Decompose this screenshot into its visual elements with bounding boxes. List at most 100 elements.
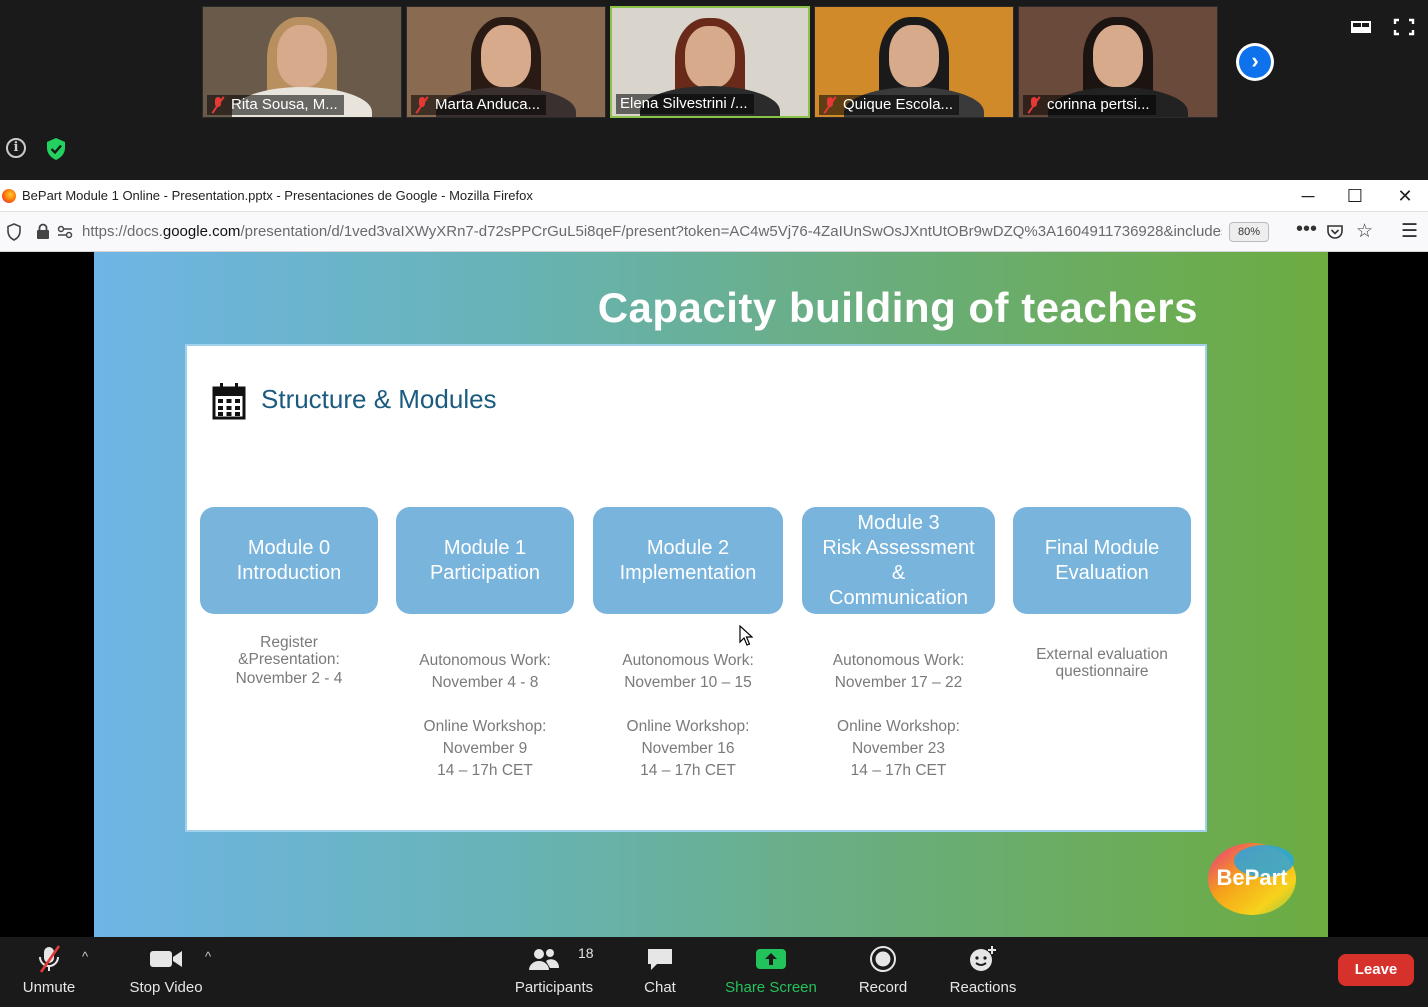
url-text[interactable]: https://docs.google.com/presentation/d/1… (82, 223, 1222, 240)
chat-button[interactable]: Chat (638, 937, 682, 1007)
module-workshop: Online Workshop: November 23 14 – 17h CET (792, 716, 1005, 782)
module-schedule: External evaluation questionnaire (1003, 646, 1201, 680)
module-workshop-line: Online Workshop: (837, 718, 960, 735)
module-schedule-line: &Presentation: (238, 651, 340, 668)
muted-mic-icon (823, 97, 837, 113)
module-schedule: Autonomous Work: November 4 - 8 (386, 650, 584, 694)
participant-tile[interactable]: corinna pertsi... (1018, 6, 1218, 118)
module-card-line: Module 0 (247, 536, 331, 559)
share-screen-button[interactable]: Share Screen (724, 937, 818, 1007)
next-page-button[interactable]: › (1236, 43, 1274, 81)
meeting-info-icon[interactable]: i (6, 138, 26, 158)
module-schedule: Register &Presentation: November 2 - 4 (190, 634, 388, 690)
share-screen-label: Share Screen (725, 979, 817, 996)
participants-button[interactable]: 18 Participants (512, 937, 596, 1007)
module-workshop-line: November 16 (641, 740, 735, 757)
muted-mic-icon (1027, 97, 1041, 113)
muted-microphone-icon (34, 937, 64, 981)
module-schedule-line: November 4 - 8 (431, 674, 539, 691)
participant-name-label: Elena Silvestrini /... (616, 94, 754, 114)
participant-name-label: Quique Escola... (819, 95, 960, 115)
module-card-line: Evaluation (1055, 561, 1149, 584)
participant-name: corinna pertsi... (1047, 96, 1150, 113)
shared-screen-area: Capacity building of teachers Structure … (0, 252, 1428, 937)
close-window-button[interactable]: ✕ (1382, 180, 1428, 212)
unmute-button[interactable]: Unmute (20, 937, 78, 1007)
module-workshop-line: Online Workshop: (626, 718, 750, 735)
url-path: /presentation/d/1ved3vaIXWyXRn7-d72sPPCr… (240, 223, 1222, 240)
slide-title: Capacity building of teachers (597, 284, 1198, 331)
participant-name-label: corinna pertsi... (1023, 95, 1156, 115)
video-options-caret-icon[interactable]: ^ (205, 949, 211, 964)
lock-icon[interactable] (36, 223, 50, 240)
module-schedule-line: Autonomous Work: (832, 652, 965, 669)
module-workshop-line: 14 – 17h CET (640, 762, 736, 779)
module-schedule-line: External evaluation (1036, 646, 1168, 663)
participant-name-label: Marta Anduca... (411, 95, 547, 115)
participant-tile[interactable]: Quique Escola... (814, 6, 1014, 118)
module-workshop-line: November 23 (851, 740, 946, 757)
chevron-right-icon: › (1239, 46, 1271, 78)
module-card-line: Module 1 (443, 536, 527, 559)
bookmark-star-icon[interactable]: ☆ (1356, 220, 1373, 243)
reactions-smiley-icon (968, 937, 998, 981)
module-schedule-line: November 17 – 22 (834, 674, 963, 691)
view-layout-icon[interactable] (1350, 18, 1372, 36)
module-card-line: Final Module (1044, 536, 1160, 559)
module-schedule-line: Autonomous Work: (622, 652, 754, 669)
permissions-icon[interactable] (57, 225, 73, 239)
firefox-logo-icon (2, 188, 16, 203)
browser-url-bar: https://docs.google.com/presentation/d/1… (0, 212, 1428, 252)
more-actions-icon[interactable]: ••• (1296, 218, 1317, 241)
meeting-toolbar: Unmute ^ Stop Video ^ 18 Participants Ch… (0, 937, 1428, 1007)
audio-options-caret-icon[interactable]: ^ (82, 949, 88, 964)
browser-title-bar: BePart Module 1 Online - Presentation.pp… (0, 180, 1428, 212)
stop-video-button[interactable]: Stop Video (126, 937, 206, 1007)
unmute-label: Unmute (22, 979, 76, 996)
url-domain: google.com (162, 223, 241, 240)
pocket-icon[interactable] (1326, 223, 1344, 241)
participant-video-face (889, 25, 939, 87)
participants-label: Participants (514, 979, 594, 996)
module-card-line: Participation (429, 561, 541, 584)
participant-tile[interactable]: Rita Sousa, M... (202, 6, 402, 118)
module-workshop: Online Workshop: November 16 14 – 17h CET (583, 716, 793, 782)
security-shield-icon[interactable] (45, 137, 67, 161)
module-card-line: Module 2 (646, 536, 730, 559)
hamburger-menu-icon[interactable]: ☰ (1401, 220, 1418, 243)
zoom-level-badge[interactable]: 80% (1229, 222, 1269, 242)
module-card-line: Risk Assessment (822, 536, 975, 559)
module-card: Final Module Evaluation (1013, 507, 1191, 614)
tracking-shield-icon[interactable] (6, 223, 22, 241)
module-card-line: Module 3 (857, 511, 940, 534)
participant-name: Rita Sousa, M... (231, 96, 338, 113)
muted-mic-icon (415, 97, 429, 113)
module-card: Module 2 Implementation (593, 507, 783, 614)
leave-meeting-button[interactable]: Leave (1338, 954, 1414, 986)
bepart-logo: BePart (1208, 843, 1296, 915)
record-button[interactable]: Record (856, 937, 910, 1007)
module-workshop-line: 14 – 17h CET (437, 762, 533, 779)
fullscreen-icon[interactable] (1393, 18, 1415, 36)
participant-strip: Rita Sousa, M... Marta Anduca... Elena Sil… (0, 0, 1428, 180)
record-icon (869, 937, 897, 981)
participants-icon: 18 (529, 937, 594, 981)
participant-name: Quique Escola... (843, 96, 954, 113)
participant-tile[interactable]: Elena Silvestrini /... (610, 6, 810, 118)
muted-mic-icon (211, 97, 225, 113)
chat-label: Chat (644, 979, 676, 996)
stop-video-label: Stop Video (129, 979, 203, 996)
bepart-logo-text: BePart (1217, 865, 1289, 890)
module-card-line: Communication (829, 586, 968, 609)
participant-name: Marta Anduca... (435, 96, 541, 113)
module-schedule-line: Register (260, 634, 318, 651)
module-card-line: & (891, 561, 906, 584)
reactions-button[interactable]: Reactions (948, 937, 1018, 1007)
participant-tile[interactable]: Marta Anduca... (406, 6, 606, 118)
record-label: Record (858, 979, 908, 996)
module-card-line: Implementation (619, 561, 757, 584)
module-schedule-line: November 2 - 4 (235, 670, 343, 687)
minimize-button[interactable]: ─ (1285, 180, 1331, 212)
maximize-button[interactable]: ☐ (1332, 180, 1378, 212)
participant-name-label: Rita Sousa, M... (207, 95, 344, 115)
